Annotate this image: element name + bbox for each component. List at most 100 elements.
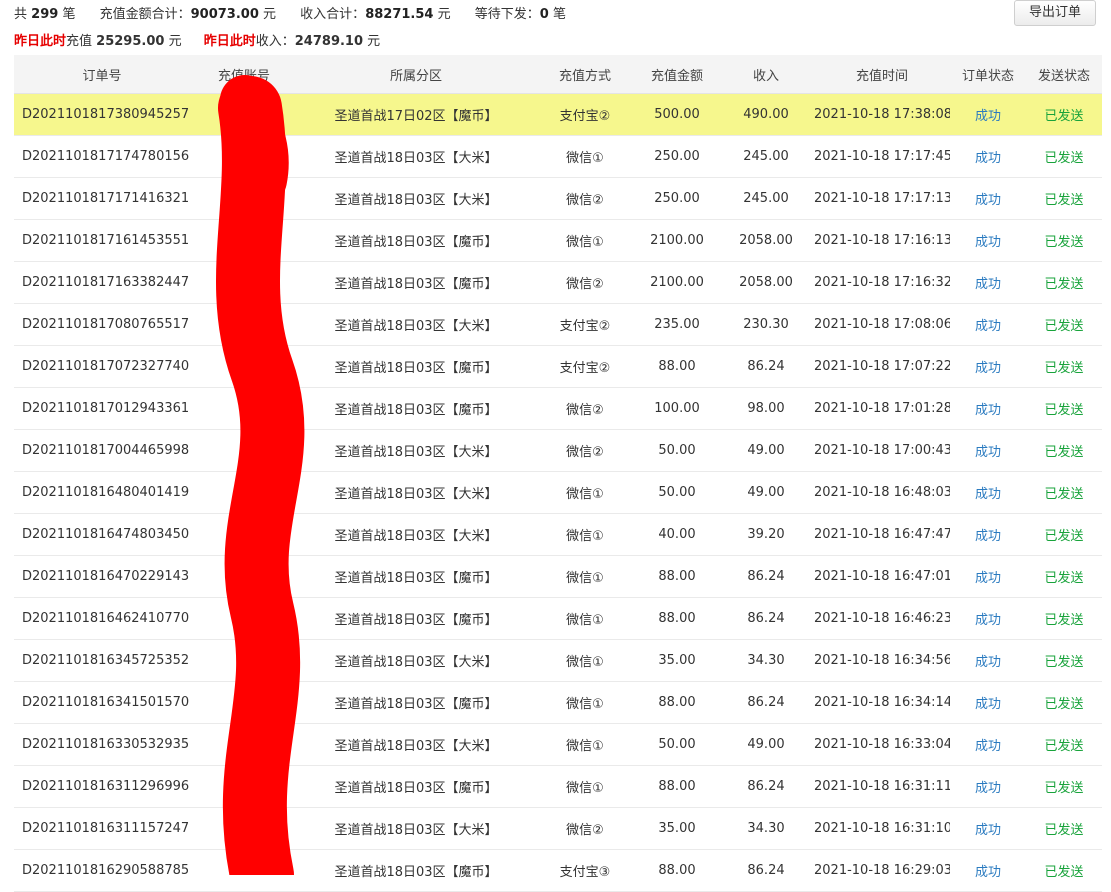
table-row[interactable]: D2021101817161453551 che 圣道首战18日03区【魔币】 微信①… (14, 219, 1102, 262)
table-row[interactable]: D2021101816330532935 q8 圣道首战18日03区【大米】 微信① 5… (14, 723, 1102, 766)
table-row[interactable]: D2021101817380945257 圣道首战17日02区【魔币】 支付宝② 50… (14, 93, 1102, 136)
pay-method: 微信① (534, 723, 636, 766)
recharge-time: 2021-10-18 16:34:14 (814, 681, 950, 724)
order-number: D2021101817161453551 (14, 219, 190, 262)
recharge-amount: 500.00 (636, 93, 718, 136)
pay-method: 微信① (534, 765, 636, 808)
recharge-time: 2021-10-18 17:00:43 (814, 429, 950, 472)
table-row[interactable]: D2021101816345725352 圣道首战18日03区【大米】 微信① 35.… (14, 639, 1102, 682)
zone-name: 圣道首战18日03区【大米】 (298, 429, 534, 472)
send-status: 已发送 (1026, 135, 1102, 178)
header-col-pay-method: 充值方式 (534, 55, 636, 94)
income-amount: 34.30 (718, 807, 814, 850)
order-number: D2021101816480401419 (14, 471, 190, 514)
zone-name: 圣道首战18日03区【魔币】 (298, 219, 534, 262)
pay-method: 微信② (534, 177, 636, 220)
order-status: 成功 (950, 723, 1026, 766)
table-row[interactable]: D2021101817171416321 圣道首战18日03区【大米】 微信② 250… (14, 177, 1102, 220)
header-col-time: 充值时间 (814, 55, 950, 94)
recharge-account: ch (190, 135, 298, 178)
recharge-time: 2021-10-18 16:46:23 (814, 597, 950, 640)
send-status: 已发送 (1026, 177, 1102, 220)
send-status: 已发送 (1026, 681, 1102, 724)
pay-method: 支付宝② (534, 345, 636, 388)
recharge-account: 461 (190, 345, 298, 388)
recharge-time: 2021-10-18 17:08:06 (814, 303, 950, 346)
zone-name: 圣道首战18日03区【魔币】 (298, 345, 534, 388)
table-row[interactable]: D2021101816311296996 q8 圣道首战18日03区【魔币】 微信① 8… (14, 765, 1102, 808)
recharge-amount: 88.00 (636, 555, 718, 598)
send-status: 已发送 (1026, 555, 1102, 598)
recharge-time: 2021-10-18 16:29:03 (814, 849, 950, 892)
header-col-income: 收入 (718, 55, 814, 94)
income-amount: 34.30 (718, 639, 814, 682)
zone-name: 圣道首战18日03区【大米】 (298, 723, 534, 766)
table-row[interactable]: D2021101817004465998 圣道首战18日03区【大米】 微信② 50.… (14, 429, 1102, 472)
order-status: 成功 (950, 471, 1026, 514)
income-amount: 49.00 (718, 723, 814, 766)
export-orders-button[interactable]: 导出订单 (1014, 0, 1096, 26)
recharge-total: 充值金额合计：90073.00 元 (99, 7, 277, 22)
order-number: D2021101817174780156 (14, 135, 190, 178)
income-amount: 245.00 (718, 177, 814, 220)
pay-method: 微信② (534, 261, 636, 304)
recharge-account (190, 471, 298, 514)
recharge-amount: 2100.00 (636, 261, 718, 304)
pay-method: 微信① (534, 597, 636, 640)
recharge-time: 2021-10-18 17:16:32 (814, 261, 950, 304)
recharge-time: 2021-10-18 17:17:45 (814, 135, 950, 178)
send-status: 已发送 (1026, 345, 1102, 388)
order-summary: 共 299 笔 充值金额合计：90073.00 元 收入合计：88271.54 … (14, 5, 586, 25)
recharge-amount: 88.00 (636, 849, 718, 892)
zone-name: 圣道首战18日03区【魔币】 (298, 765, 534, 808)
order-status: 成功 (950, 513, 1026, 556)
order-status: 成功 (950, 93, 1026, 136)
recharge-account: 461 (190, 303, 298, 346)
recharge-time: 2021-10-18 16:48:03 (814, 471, 950, 514)
order-status: 成功 (950, 765, 1026, 808)
table-row[interactable]: D2021101816474803450 4 圣道首战18日03区【大米】 微信① 40… (14, 513, 1102, 556)
income-amount: 230.30 (718, 303, 814, 346)
income-amount: 2058.00 (718, 261, 814, 304)
zone-name: 圣道首战18日03区【大米】 (298, 135, 534, 178)
order-number: D2021101816345725352 (14, 639, 190, 682)
order-status: 成功 (950, 429, 1026, 472)
order-number: D2021101816290588785 (14, 849, 190, 892)
table-row[interactable]: D2021101816462410770 圣道首战18日03区【魔币】 微信① 88.… (14, 597, 1102, 640)
recharge-time: 2021-10-18 17:38:08 (814, 93, 950, 136)
table-row[interactable]: D2021101817012943361 1 圣道首战18日03区【魔币】 微信② 10… (14, 387, 1102, 430)
table-row[interactable]: D2021101816311157247 x 圣道首战18日03区【大米】 微信② 35… (14, 807, 1102, 850)
yesterday-summary: 昨日此时充值 25295.00 元 昨日此时收入：24789.10 元 (14, 32, 398, 52)
pay-method: 微信① (534, 513, 636, 556)
income-amount: 98.00 (718, 387, 814, 430)
table-row[interactable]: D2021101817163382447 3 圣道首战18日03区【魔币】 微信② 21… (14, 261, 1102, 304)
recharge-amount: 235.00 (636, 303, 718, 346)
table-row[interactable]: D2021101817174780156 ch 圣道首战18日03区【大米】 微信① 2… (14, 135, 1102, 178)
order-number: D2021101817380945257 (14, 93, 190, 136)
header-col-send-status: 发送状态 (1026, 55, 1102, 94)
recharge-amount: 2100.00 (636, 219, 718, 262)
send-status: 已发送 (1026, 219, 1102, 262)
recharge-amount: 50.00 (636, 429, 718, 472)
recharge-account: x (190, 849, 298, 892)
table-row[interactable]: D2021101816480401419 圣道首战18日03区【大米】 微信① 50.… (14, 471, 1102, 514)
recharge-time: 2021-10-18 17:16:13 (814, 219, 950, 262)
order-status: 成功 (950, 177, 1026, 220)
table-row[interactable]: D2021101816290588785 x 圣道首战18日03区【魔币】 支付宝③ 8… (14, 849, 1102, 892)
order-number: D2021101816474803450 (14, 513, 190, 556)
zone-name: 圣道首战18日03区【大米】 (298, 303, 534, 346)
income-amount: 245.00 (718, 135, 814, 178)
recharge-amount: 88.00 (636, 765, 718, 808)
order-status: 成功 (950, 303, 1026, 346)
send-status: 已发送 (1026, 93, 1102, 136)
income-amount: 86.24 (718, 345, 814, 388)
zone-name: 圣道首战18日03区【魔币】 (298, 387, 534, 430)
table-row[interactable]: D2021101817080765517 461 圣道首战18日03区【大米】 支付宝… (14, 303, 1102, 346)
recharge-amount: 40.00 (636, 513, 718, 556)
order-number: D2021101817080765517 (14, 303, 190, 346)
order-status: 成功 (950, 135, 1026, 178)
table-row[interactable]: D2021101817072327740 461 圣道首战18日03区【魔币】 支付宝… (14, 345, 1102, 388)
table-row[interactable]: D2021101816470229143 4 圣道首战18日03区【魔币】 微信① 88… (14, 555, 1102, 598)
table-row[interactable]: D2021101816341501570 圣道首战18日03区【魔币】 微信① 88.… (14, 681, 1102, 724)
recharge-amount: 100.00 (636, 387, 718, 430)
